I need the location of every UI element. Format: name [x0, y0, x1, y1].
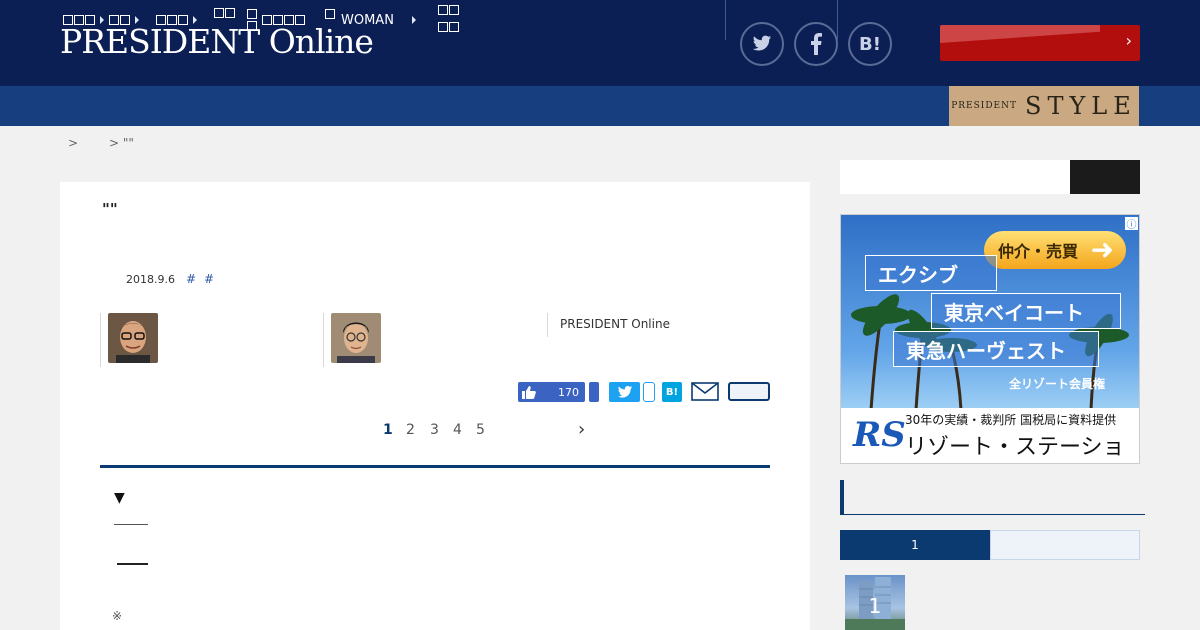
breadcrumb-current: > "": [109, 136, 134, 150]
tweet-count-bubble: [643, 382, 655, 402]
search-button[interactable]: [1070, 160, 1140, 194]
ad-info-icon[interactable]: ⓘ: [1124, 216, 1139, 231]
caret-right-icon: [135, 16, 139, 24]
pagination-page[interactable]: 3: [430, 422, 439, 438]
nav-item-4[interactable]: [214, 0, 236, 40]
author-avatar[interactable]: [108, 313, 158, 363]
facebook-icon[interactable]: [794, 22, 838, 66]
ad-cta-pill: 仲介・売買 ➜: [984, 231, 1126, 269]
article-date: 2018.9.6: [126, 273, 175, 286]
ad-label: エクシブ: [865, 255, 997, 291]
ad-company-name: リゾート・ステーション: [905, 435, 1125, 460]
breadcrumb-item[interactable]: >: [68, 136, 78, 150]
ad-banner[interactable]: 仲介・売買 ➜ エクシブ 東京ベイコート 東急ハーヴェスト 全リゾート会員権 ⓘ …: [840, 214, 1140, 464]
ranking-number: 1: [868, 594, 882, 618]
ad-label: 東京ベイコート: [931, 293, 1121, 329]
caret-right-icon: [193, 16, 197, 24]
article-tag[interactable]: #: [204, 272, 214, 286]
article-title: "": [102, 200, 118, 218]
ad-text: 全リゾート会員権: [1009, 377, 1106, 391]
pocket-button[interactable]: [728, 382, 770, 401]
pagination-page[interactable]: 4: [453, 422, 462, 438]
tweet-button[interactable]: [609, 382, 640, 402]
like-count: 170: [558, 385, 579, 399]
caret-right-icon: [411, 16, 416, 24]
ranking-tab-active[interactable]: 1: [840, 530, 990, 560]
mail-icon[interactable]: [691, 382, 719, 401]
nav-item-woman[interactable]: WOMAN: [325, 0, 416, 40]
president-style-banner[interactable]: PRESIDENT STYLE: [949, 86, 1139, 126]
ad-subtext: 30年の実績・裁判所 国税局に資料提供: [905, 413, 1117, 427]
nav-divider: [725, 0, 726, 40]
search-input[interactable]: [840, 160, 1070, 194]
author-block: [323, 313, 324, 367]
ranking-tab[interactable]: [990, 530, 1140, 560]
pagination-page[interactable]: 1: [383, 422, 393, 438]
article-divider: [100, 465, 770, 468]
footnote-marker: ※: [112, 609, 123, 623]
thumbs-up-icon: [522, 385, 536, 399]
like-share-button[interactable]: [589, 382, 599, 402]
pagination-page[interactable]: 2: [406, 422, 415, 438]
twitter-icon: [617, 385, 632, 398]
ad-logo: RS: [853, 415, 906, 455]
hatena-bookmark-button[interactable]: B!: [662, 382, 682, 402]
nav-item-1[interactable]: [63, 0, 104, 40]
pagination-next-icon[interactable]: ›: [578, 419, 585, 440]
ad-label: 東急ハーヴェスト: [893, 331, 1099, 367]
nav-item-3[interactable]: [156, 0, 197, 40]
author-avatar[interactable]: [331, 313, 381, 363]
article-source: PRESIDENT Online: [547, 313, 670, 337]
ranking-thumbnail[interactable]: 1: [845, 575, 905, 630]
author-block: [100, 313, 101, 367]
ranking-header: [840, 480, 1145, 515]
text-underline: [114, 524, 148, 525]
pagination-page[interactable]: 5: [476, 422, 485, 438]
chevron-right-icon: ›: [1125, 31, 1132, 50]
text-underline: [117, 563, 148, 565]
nav-item-7[interactable]: [438, 0, 460, 40]
nav-divider: [837, 0, 838, 40]
section-marker: ▼: [114, 490, 125, 506]
facebook-like-button[interactable]: 170: [518, 382, 585, 402]
article-tag[interactable]: #: [186, 272, 196, 286]
caret-right-icon: [100, 16, 104, 24]
article-card: [60, 182, 810, 630]
hatena-icon[interactable]: B!: [848, 22, 892, 66]
header-cta-button[interactable]: ›: [940, 25, 1140, 61]
nav-item-5[interactable]: [247, 0, 306, 40]
twitter-icon[interactable]: [740, 22, 784, 66]
nav-item-2[interactable]: [109, 0, 139, 40]
